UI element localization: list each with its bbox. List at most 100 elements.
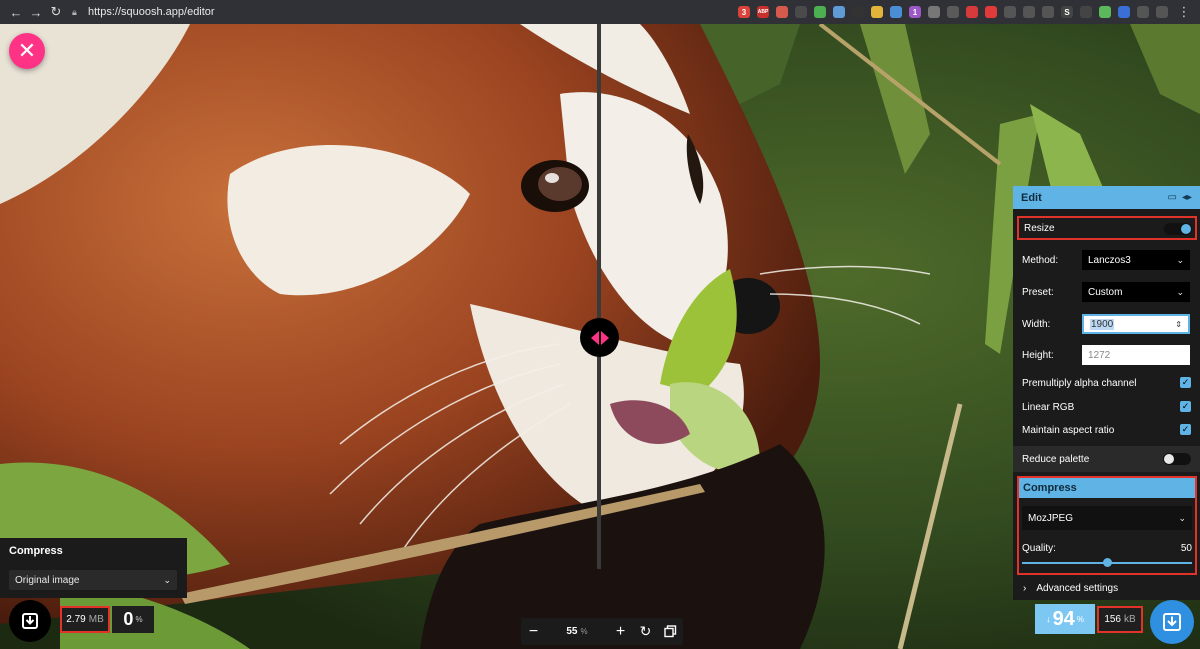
- reduce-palette-label: Reduce palette: [1022, 453, 1090, 465]
- drop-ext-icon[interactable]: [852, 6, 864, 18]
- preset-select[interactable]: Custom ⌄: [1082, 282, 1190, 302]
- width-input[interactable]: 1900 ⇕: [1082, 314, 1190, 334]
- close-icon: ✕: [17, 38, 37, 63]
- linear-rgb-checkbox[interactable]: ✓: [1180, 401, 1191, 412]
- chevron-down-icon: ⌄: [1176, 254, 1184, 265]
- compressed-percent-unit: %: [1076, 614, 1084, 624]
- quality-row: Quality: 50: [1022, 543, 1192, 557]
- premultiply-checkbox[interactable]: ✓: [1180, 377, 1191, 388]
- ghost-ext-icon[interactable]: [1042, 6, 1054, 18]
- left-compress-title: Compress: [9, 545, 63, 557]
- original-size-unit: MB: [88, 614, 104, 625]
- down-arrow-icon: ↓: [1046, 614, 1051, 624]
- compressed-size-value: 156: [1104, 614, 1121, 625]
- square-ext-icon[interactable]: [985, 6, 997, 18]
- s-ext-icon-2[interactable]: S: [1061, 6, 1073, 18]
- tag-ext-icon[interactable]: 1: [909, 6, 921, 18]
- close-button[interactable]: ✕: [9, 33, 45, 69]
- zoom-level[interactable]: 55%: [546, 618, 608, 645]
- resize-toggle-knob: [1181, 224, 1191, 234]
- original-percent-unit: %: [135, 615, 143, 624]
- link-ext-icon[interactable]: [1004, 6, 1016, 18]
- height-input[interactable]: 1272: [1082, 345, 1190, 365]
- rotate-button[interactable]: ↻: [633, 618, 658, 645]
- face-ext-icon[interactable]: [871, 6, 883, 18]
- resize-row[interactable]: Resize: [1017, 216, 1197, 240]
- extensions-row: 3 ABP 1 S: [738, 6, 1168, 18]
- width-value: 1900: [1090, 318, 1115, 330]
- aspect-ratio-label: Maintain aspect ratio: [1022, 424, 1115, 436]
- zoom-unit: %: [580, 627, 588, 636]
- stepper-icon[interactable]: ⇕: [1175, 320, 1182, 329]
- zoom-out-button[interactable]: −: [521, 618, 546, 645]
- mail-ext-icon-2[interactable]: [776, 6, 788, 18]
- quality-value[interactable]: 50: [1181, 543, 1192, 554]
- line-ext-icon[interactable]: [1080, 6, 1092, 18]
- expand-arrows-icon[interactable]: ◂▸: [1182, 192, 1192, 203]
- chevron-down-icon: ⌄: [163, 574, 171, 585]
- back-icon[interactable]: ←: [6, 2, 26, 22]
- codec-select[interactable]: MozJPEG ⌄: [1022, 506, 1192, 530]
- premultiply-label: Premultiply alpha channel: [1022, 377, 1137, 389]
- advanced-settings-row[interactable]: › Advanced settings: [1013, 578, 1200, 598]
- resize-toggle[interactable]: [1164, 223, 1192, 235]
- arrow-left-icon: [590, 330, 599, 345]
- blue-ext-icon[interactable]: [1118, 6, 1130, 18]
- linear-rgb-label: Linear RGB: [1022, 401, 1075, 413]
- original-percent-value: 0: [123, 609, 134, 629]
- quality-slider-thumb[interactable]: [1102, 558, 1112, 567]
- abp-ext-icon[interactable]: ABP: [757, 6, 769, 18]
- cloud-ext-icon[interactable]: [833, 6, 845, 18]
- compressed-size-unit: kB: [1124, 614, 1136, 625]
- menu-kebab-icon[interactable]: ⋮: [1174, 2, 1194, 22]
- forward-icon[interactable]: →: [26, 2, 46, 22]
- zoom-in-button[interactable]: +: [608, 618, 633, 645]
- download-original-button[interactable]: [9, 600, 51, 642]
- resize-label: Resize: [1024, 223, 1055, 234]
- s-ext-icon[interactable]: [966, 6, 978, 18]
- terminal-icon[interactable]: ▭: [1168, 192, 1177, 203]
- chevron-down-icon: ⌄: [1176, 286, 1184, 297]
- url-text: https://squoosh.app/editor: [88, 6, 215, 18]
- chart-ext-icon[interactable]: [890, 6, 902, 18]
- compress-title: Compress: [1019, 478, 1195, 498]
- arrow-right-icon: [600, 330, 609, 345]
- rotate-icon: ↻: [639, 623, 652, 639]
- split-divider[interactable]: [597, 24, 601, 569]
- pocket-ext-icon[interactable]: [795, 6, 807, 18]
- shield-ext-icon[interactable]: [928, 6, 940, 18]
- copy-icon: [664, 625, 677, 638]
- codec-value: MozJPEG: [1028, 512, 1074, 524]
- left-codec-value: Original image: [15, 574, 80, 586]
- method-select[interactable]: Lanczos3 ⌄: [1082, 250, 1190, 270]
- puzzle-ext-icon[interactable]: [1156, 6, 1168, 18]
- original-size: 2.79 MB: [60, 606, 110, 633]
- aspect-ratio-checkbox[interactable]: ✓: [1180, 424, 1191, 435]
- reduce-palette-knob: [1164, 454, 1174, 464]
- quality-label: Quality:: [1022, 543, 1056, 554]
- height-value: 1272: [1088, 349, 1111, 361]
- reload-icon[interactable]: ↻: [46, 2, 66, 22]
- reduce-palette-toggle[interactable]: [1163, 453, 1191, 465]
- chevron-down-icon: ⌄: [1178, 512, 1186, 523]
- left-compress-panel: Compress Original image ⌄: [0, 538, 187, 598]
- pin-ext-icon[interactable]: [947, 6, 959, 18]
- left-codec-select[interactable]: Original image ⌄: [9, 570, 177, 590]
- gear-ext-icon[interactable]: [1137, 6, 1149, 18]
- download-compressed-button[interactable]: [1150, 600, 1194, 644]
- split-handle[interactable]: [580, 318, 619, 357]
- mail-ext-icon[interactable]: 3: [738, 6, 750, 18]
- advanced-settings-label: Advanced settings: [1036, 582, 1119, 594]
- reduce-palette-row[interactable]: Reduce palette: [1013, 446, 1200, 472]
- lock-icon: 🔒︎: [72, 7, 77, 17]
- browser-toolbar: ← → ↻ 🔒︎ https://squoosh.app/editor 3 ABP…: [0, 0, 1200, 24]
- font-ext-icon[interactable]: [1023, 6, 1035, 18]
- compressed-percent-value: 94: [1052, 607, 1075, 630]
- background-toggle-button[interactable]: [658, 618, 683, 645]
- leaf-ext-icon[interactable]: [814, 6, 826, 18]
- original-percent: 0%: [112, 606, 154, 633]
- zoom-value: 55: [566, 626, 578, 637]
- address-bar[interactable]: 🔒︎ https://squoosh.app/editor: [72, 3, 215, 21]
- compressed-percent: ↓ 94%: [1035, 604, 1095, 634]
- green-ext-icon[interactable]: [1099, 6, 1111, 18]
